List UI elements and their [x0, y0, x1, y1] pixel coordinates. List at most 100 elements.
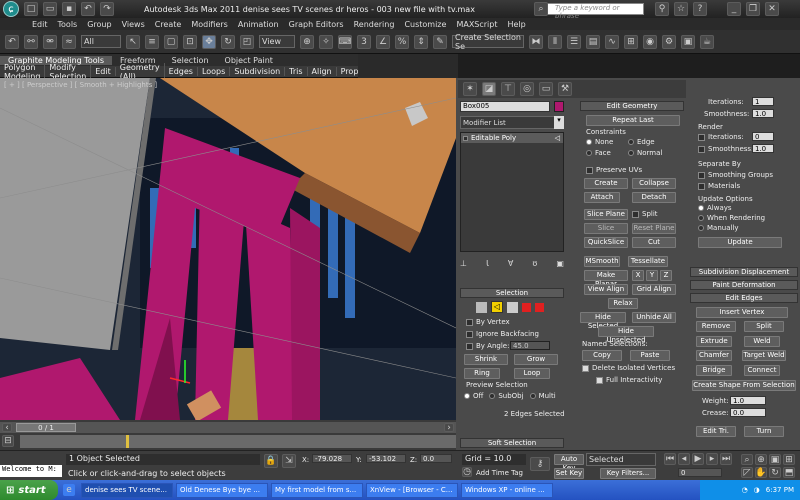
mirror-icon[interactable]: ⧓ [529, 34, 543, 49]
iterations-input[interactable]: 1 [752, 97, 774, 106]
key-mode-dropdown[interactable]: Selected [586, 453, 656, 466]
named-selection-dropdown[interactable]: Create Selection Se [452, 33, 524, 51]
help-icon[interactable]: ? [693, 2, 707, 16]
materials-checkbox[interactable]: Materials [698, 182, 740, 190]
perspective-viewport[interactable]: [ + ] [ Perspective ] [ Smooth + Highlig… [0, 78, 456, 420]
close-icon[interactable]: ✕ [765, 2, 779, 16]
configure-modifiers-icon[interactable]: ▣ [556, 259, 564, 268]
minimize-icon[interactable]: _ [727, 2, 741, 16]
next-frame-icon[interactable]: ▸ [706, 453, 718, 465]
object-name-field[interactable]: Box005 [460, 101, 550, 112]
quickslice-button[interactable]: QuickSlice [584, 237, 628, 248]
menu-graph-editors[interactable]: Graph Editors [289, 20, 344, 29]
rect-selection-icon[interactable]: ▢ [164, 34, 178, 49]
menu-create[interactable]: Create [155, 20, 182, 29]
panel-edges[interactable]: Edges [165, 67, 198, 76]
angle-input[interactable]: 45.0 [510, 341, 550, 350]
lock-selection-icon[interactable]: 🔒 [264, 454, 278, 468]
hide-unselected-button[interactable]: Hide Unselected [598, 326, 654, 344]
ref-coord-dropdown[interactable]: View [259, 35, 295, 48]
menu-tools[interactable]: Tools [58, 20, 78, 29]
render-smoothness-input[interactable]: 1.0 [752, 144, 774, 153]
constraint-none-radio[interactable]: None [586, 138, 613, 146]
pin-stack-icon[interactable]: ⊥ [460, 259, 467, 268]
key-icon[interactable]: ⚷ [530, 457, 550, 471]
auto-key-button[interactable]: Auto Key [554, 454, 584, 472]
modifier-list-dropdown[interactable]: Modifier List [460, 116, 564, 129]
prev-frame-icon[interactable]: ◂ [678, 453, 690, 465]
angle-snap-icon[interactable]: ∠ [376, 34, 390, 49]
key-filters-button[interactable]: Key Filters... [600, 468, 656, 479]
remove-button[interactable]: Remove [696, 321, 736, 332]
menu-rendering[interactable]: Rendering [354, 20, 395, 29]
stack-item-editable-poly[interactable]: Editable Poly ◁ [461, 133, 563, 143]
tab-selection[interactable]: Selection [164, 56, 217, 65]
field-of-view-icon[interactable]: ◸ [741, 467, 753, 478]
display-tab-icon[interactable]: ▭ [539, 82, 553, 96]
planar-y-button[interactable]: Y [646, 270, 658, 281]
bind-spacewarp-icon[interactable]: ≈ [62, 34, 76, 49]
polygon-mode-icon[interactable] [522, 302, 531, 312]
material-editor-icon[interactable]: ◉ [643, 34, 657, 49]
modifier-list-arrow-icon[interactable]: ▾ [554, 116, 564, 129]
show-end-result-icon[interactable]: Ɩ [486, 259, 489, 268]
time-slider[interactable]: ‹ 0 / 1 › [0, 422, 456, 433]
by-vertex-checkbox[interactable]: By Vertex [466, 318, 510, 326]
make-planar-button[interactable]: Make Planar [584, 270, 628, 288]
viewport-label[interactable]: [ + ] [ Perspective ] [ Smooth + Highlig… [4, 81, 157, 89]
object-color-swatch[interactable] [554, 101, 564, 112]
move-icon[interactable]: ✥ [202, 34, 216, 49]
selection-filter-dropdown[interactable]: All [81, 35, 121, 48]
modify-tab-icon[interactable]: ◪ [482, 82, 496, 96]
search-input[interactable]: Type a keyword or phrase [544, 3, 644, 20]
tray-icon[interactable]: ◑ [754, 486, 760, 494]
set-key-button[interactable]: Set Key [554, 468, 584, 479]
edge-split-button[interactable]: Split [744, 321, 784, 332]
render-iterations-checkbox[interactable]: Iterations: [698, 133, 744, 141]
rotate-icon[interactable]: ↻ [221, 34, 235, 49]
create-tab-icon[interactable]: ✶ [463, 82, 477, 96]
edge-mode-icon[interactable]: ◁ [491, 301, 503, 313]
shrink-button[interactable]: Shrink [464, 354, 508, 365]
constraint-edge-radio[interactable]: Edge [628, 138, 655, 146]
weight-input[interactable]: 1.0 [730, 396, 766, 405]
repeat-last-button[interactable]: Repeat Last [586, 115, 680, 126]
border-mode-icon[interactable] [507, 301, 518, 313]
panel-tris[interactable]: Tris [285, 67, 308, 76]
undo-icon[interactable]: ↶ [81, 2, 95, 16]
open-icon[interactable]: ▭ [43, 2, 57, 16]
attach-button[interactable]: Attach [584, 192, 620, 203]
add-time-tag-button[interactable]: Add Time Tag [476, 469, 523, 477]
render-production-icon[interactable]: ☕ [700, 34, 714, 49]
collapse-button[interactable]: Collapse [632, 178, 676, 189]
connect-button[interactable]: Connect [744, 365, 780, 376]
preview-multi-radio[interactable] [529, 393, 536, 399]
x-coord-input[interactable]: -79.028 [312, 454, 352, 463]
percent-snap-icon[interactable]: % [395, 34, 409, 49]
time-next-icon[interactable]: › [444, 423, 454, 433]
save-icon[interactable]: ▪ [62, 2, 76, 16]
edit-tri-button[interactable]: Edit Tri. [696, 426, 736, 437]
stack-toggle-icon[interactable] [463, 135, 468, 141]
orbit-icon[interactable]: ↻ [769, 467, 781, 478]
menu-customize[interactable]: Customize [404, 20, 446, 29]
update-button[interactable]: Update [698, 237, 782, 248]
extrude-button[interactable]: Extrude [696, 336, 732, 347]
tab-object-paint[interactable]: Object Paint [217, 56, 281, 65]
schematic-view-icon[interactable]: ⊞ [624, 34, 638, 49]
grid-align-button[interactable]: Grid Align [632, 284, 676, 295]
select-manipulate-icon[interactable]: ✧ [319, 34, 333, 49]
planar-z-button[interactable]: Z [660, 270, 672, 281]
unhide-all-button[interactable]: Unhide All [632, 312, 676, 323]
zoom-all-icon[interactable]: ⊕ [755, 454, 767, 465]
edit-edges-rollout[interactable]: Edit Edges [690, 293, 798, 303]
update-manually-radio[interactable]: Manually [698, 224, 739, 232]
taskbar-item-browser-2[interactable]: My first model from s... [271, 482, 363, 498]
turn-button[interactable]: Turn [744, 426, 784, 437]
star-icon[interactable]: ☆ [674, 2, 688, 16]
ring-button[interactable]: Ring [464, 368, 500, 379]
constraint-normal-radio[interactable]: Normal [628, 149, 662, 157]
utilities-tab-icon[interactable]: ⚒ [558, 82, 572, 96]
remove-modifier-icon[interactable]: ʊ [532, 259, 537, 268]
restore-icon[interactable]: ❐ [746, 2, 760, 16]
